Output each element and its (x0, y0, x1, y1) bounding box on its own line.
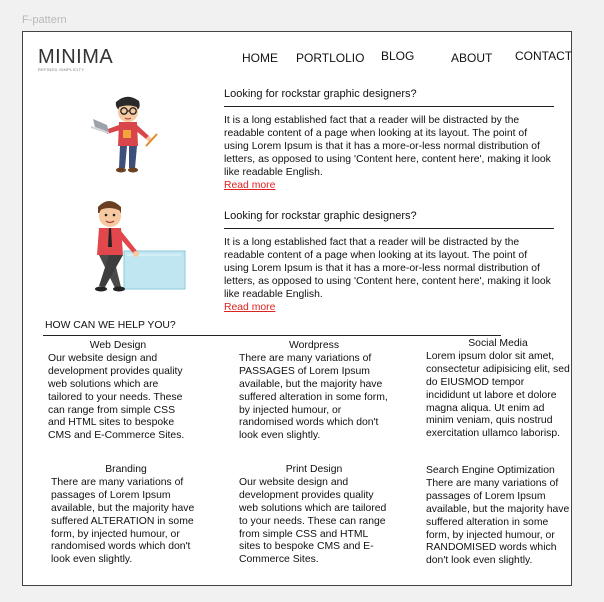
service-description: There are many variations of passages of… (426, 477, 570, 567)
nav-contact[interactable]: CONTACT (515, 49, 572, 63)
service-print-design: Print Design Our website design and deve… (239, 464, 389, 567)
service-title: Web Design (89, 340, 147, 351)
article-heading: Looking for rockstar graphic designers? (224, 88, 417, 100)
service-description: Our website design and development provi… (48, 352, 185, 442)
help-divider (43, 335, 501, 336)
article-body: It is a long established fact that a rea… (224, 237, 551, 300)
nav-home[interactable]: HOME (242, 51, 278, 65)
service-title: Social Media (468, 338, 528, 349)
service-description: There are many variations of PASSAGES of… (239, 352, 388, 442)
designer-leaning-illustration (95, 201, 186, 292)
service-description: There are many variations of passages of… (51, 476, 195, 566)
article-1: Looking for rockstar graphic designers? … (224, 88, 554, 192)
service-seo: Search Engine Optimization There are man… (426, 465, 570, 568)
service-social-media: Social Media Lorem ipsum dolor sit amet,… (426, 338, 570, 441)
frame-label: F-pattern (22, 14, 67, 26)
service-title: Branding (105, 464, 147, 475)
nav-blog[interactable]: BLOG (381, 49, 414, 63)
service-title: Wordpress (288, 340, 340, 351)
read-more-link[interactable]: Read more (224, 180, 554, 193)
service-title: Print Design (285, 464, 343, 475)
nav-portfolio[interactable]: PORTLOLIO (296, 51, 364, 65)
designer-laptop-illustration (91, 96, 158, 173)
logo[interactable]: MINIMA REFINED SIMPLICITY (38, 46, 113, 72)
page-frame: MINIMA REFINED SIMPLICITY HOME PORTLOLIO… (22, 31, 572, 586)
service-web-design: Web Design Our website design and develo… (48, 340, 188, 443)
article-divider (224, 106, 554, 107)
article-body: It is a long established fact that a rea… (224, 115, 551, 178)
service-title: Search Engine Optimization (426, 465, 555, 476)
service-description: Lorem ipsum dolor sit amet, consectetur … (426, 350, 570, 440)
service-branding: Branding There are many variations of pa… (51, 464, 201, 567)
article-divider (224, 228, 554, 229)
service-description: Our website design and development provi… (239, 476, 387, 566)
logo-title: MINIMA (38, 46, 114, 68)
service-wordpress: Wordpress There are many variations of P… (239, 340, 389, 443)
help-section-title: HOW CAN WE HELP YOU? (45, 320, 176, 331)
article-heading: Looking for rockstar graphic designers? (224, 210, 417, 222)
article-2: Looking for rockstar graphic designers? … (224, 210, 554, 314)
read-more-link[interactable]: Read more (224, 302, 554, 315)
nav-about[interactable]: ABOUT (451, 51, 492, 65)
